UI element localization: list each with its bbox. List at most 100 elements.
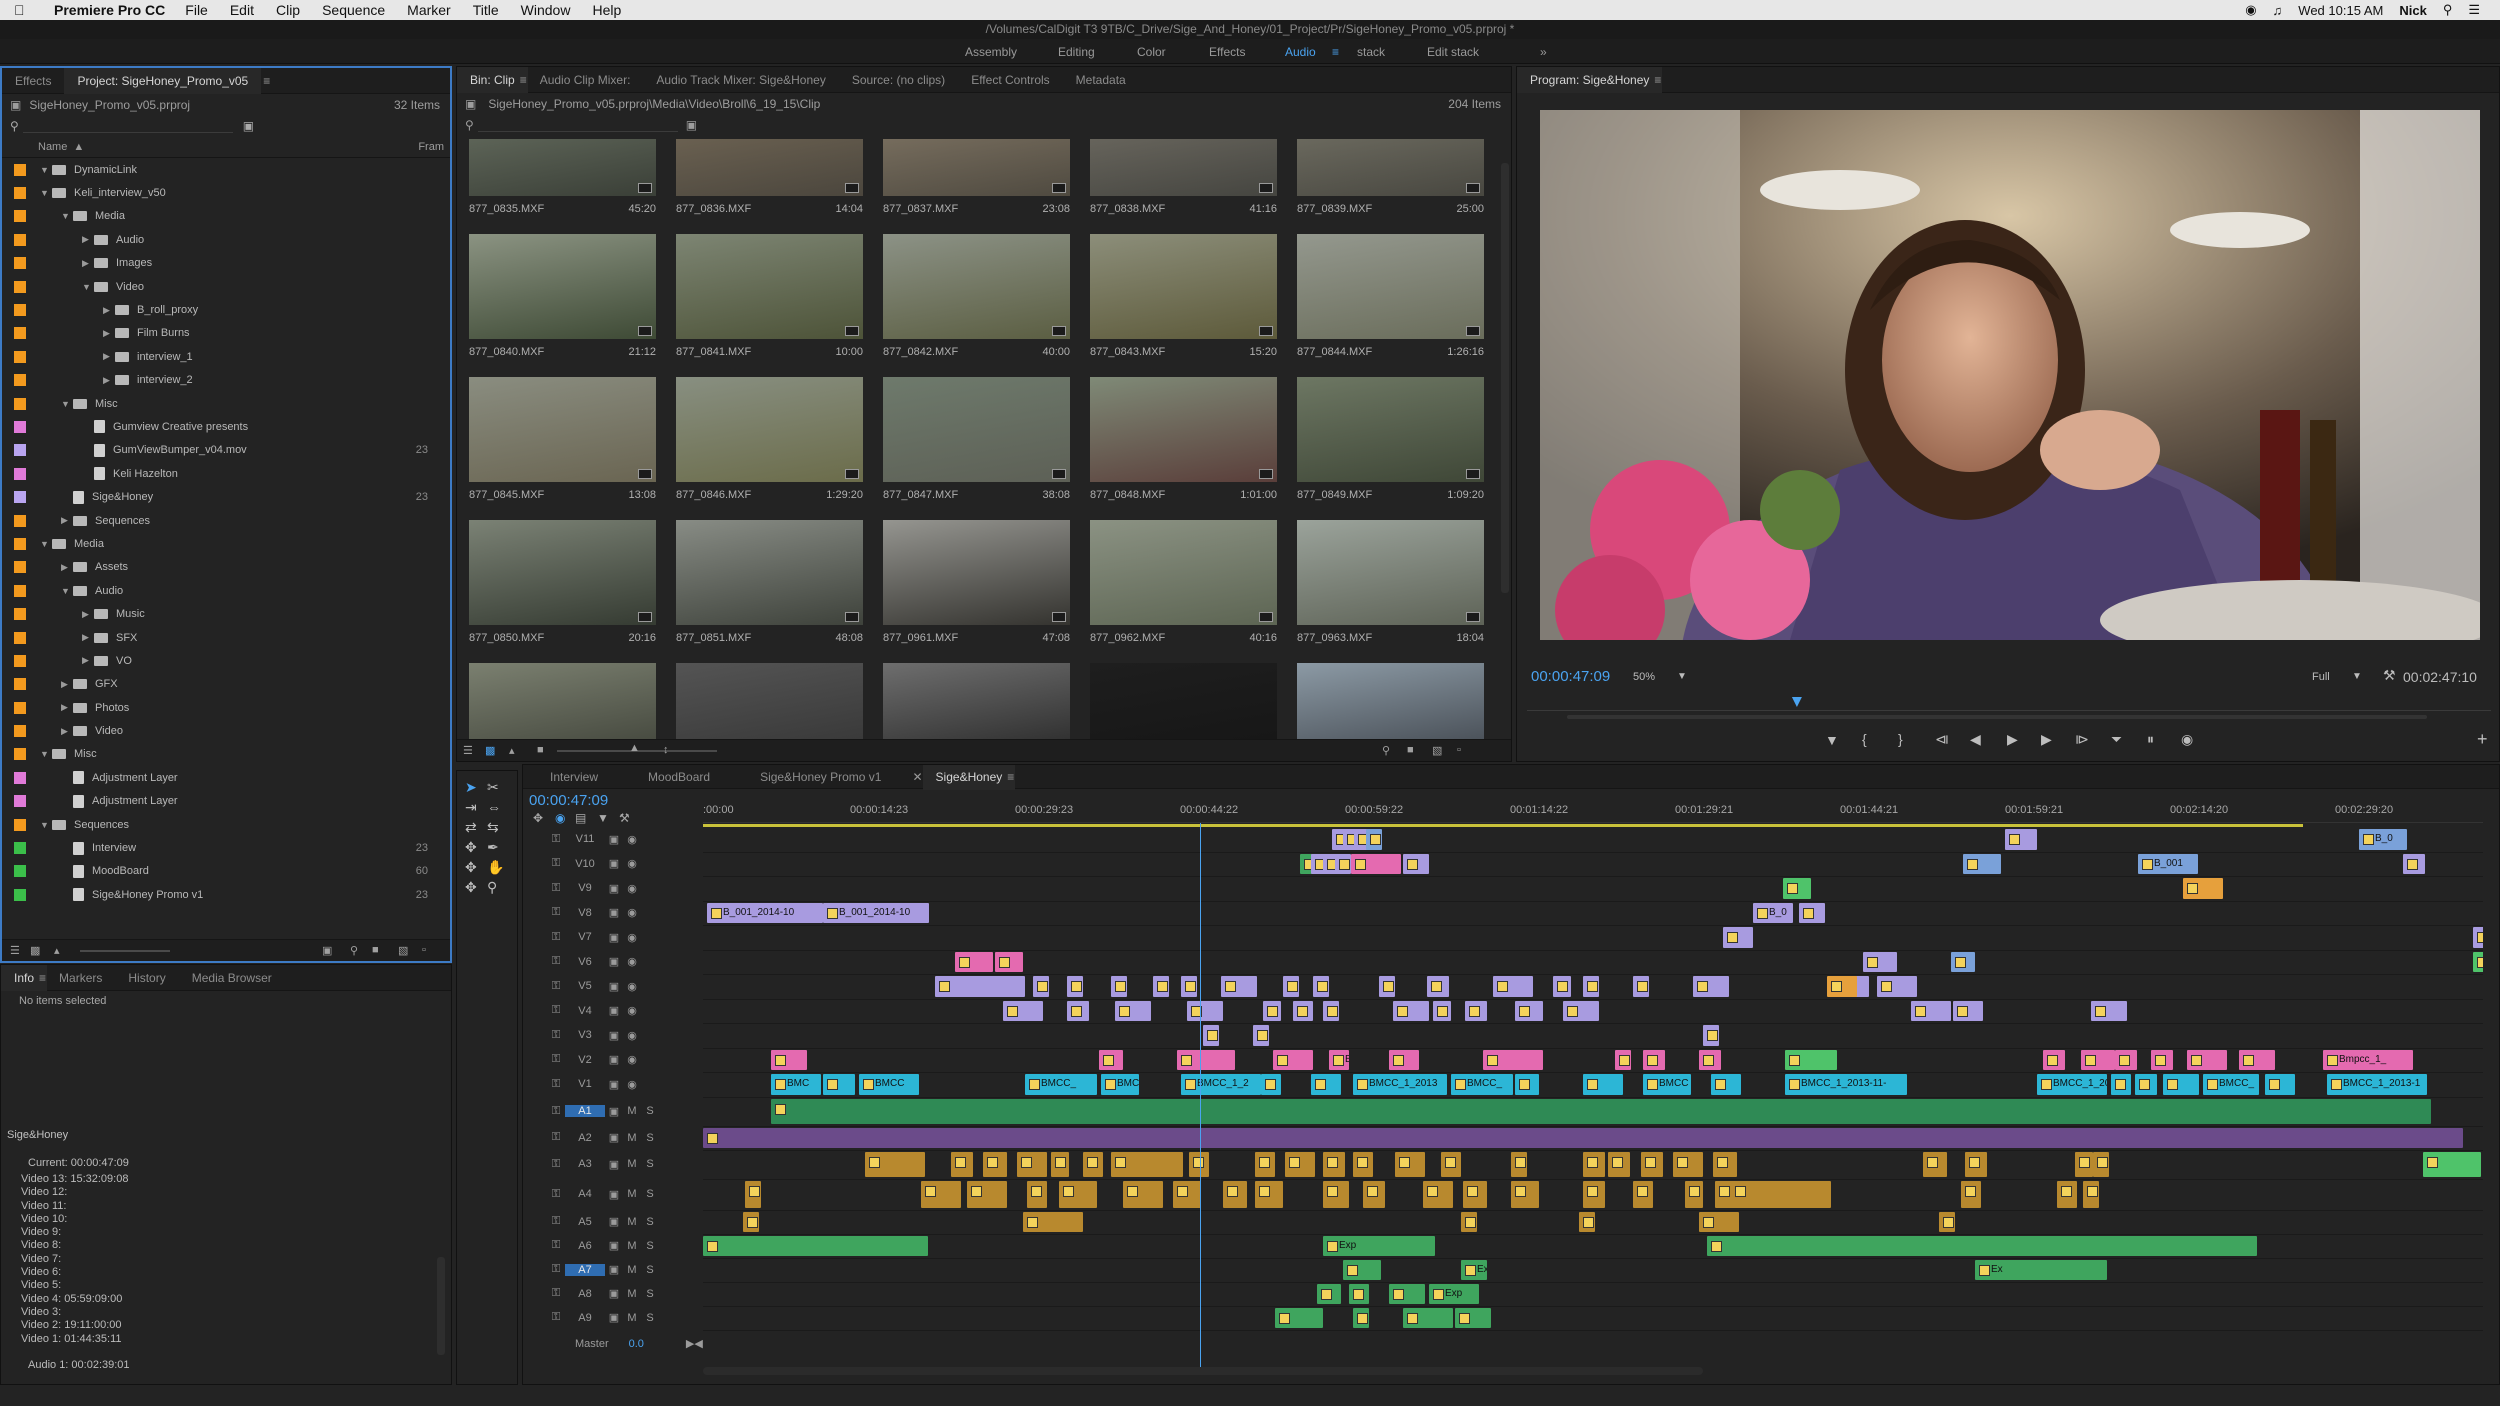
sync-lock-icon[interactable]: ▣ bbox=[605, 1158, 623, 1171]
mark-out-icon[interactable]: } bbox=[1898, 731, 1903, 747]
timeline-clip[interactable] bbox=[2043, 1049, 2065, 1070]
timeline-clip[interactable] bbox=[1608, 1151, 1630, 1177]
timeline-clip[interactable] bbox=[1181, 976, 1197, 997]
project-item[interactable]: ▶ GFX bbox=[2, 673, 450, 696]
label-color-swatch[interactable] bbox=[14, 280, 26, 293]
timeline-clip[interactable] bbox=[1463, 1180, 1487, 1208]
timeline-clip[interactable] bbox=[1389, 1283, 1425, 1304]
slip-tool-icon[interactable]: ⇆ bbox=[487, 819, 499, 836]
timeline-clip[interactable]: BMCC_1_2013-11- bbox=[1785, 1074, 1907, 1095]
label-color-swatch[interactable] bbox=[14, 701, 26, 714]
track-lock-icon[interactable]: ⚿ bbox=[547, 1053, 565, 1066]
expand-triangle-icon[interactable]: ▶ bbox=[103, 328, 115, 339]
track-name[interactable]: A6 bbox=[565, 1240, 605, 1252]
label-color-swatch[interactable] bbox=[14, 608, 26, 621]
timeline-clip[interactable]: BMCC bbox=[1643, 1074, 1691, 1095]
track-name[interactable]: A2 bbox=[565, 1132, 605, 1144]
project-item[interactable]: ▶ interview_1 bbox=[2, 345, 450, 368]
sync-lock-icon[interactable]: ▣ bbox=[605, 1131, 623, 1144]
timeline-clip[interactable] bbox=[1379, 976, 1395, 997]
sync-lock-icon[interactable]: ▣ bbox=[605, 1311, 623, 1324]
datetime[interactable]: Wed 10:15 AM bbox=[2298, 3, 2383, 18]
export-frame-icon[interactable]: ◉ bbox=[2181, 731, 2193, 748]
workspace-menu-icon[interactable]: ≡ bbox=[1332, 45, 1339, 59]
timeline-clip[interactable] bbox=[1951, 951, 1975, 972]
timeline-clip[interactable] bbox=[1461, 1211, 1477, 1232]
expand-triangle-icon[interactable]: ▶ bbox=[103, 351, 115, 362]
timeline-clip[interactable] bbox=[1723, 927, 1753, 948]
timeline-clip[interactable] bbox=[1067, 976, 1083, 997]
expand-triangle-icon[interactable]: ▶ bbox=[61, 679, 73, 690]
solo-track-button[interactable]: S bbox=[641, 1240, 659, 1252]
timeline-clip[interactable] bbox=[1187, 1000, 1223, 1021]
timeline-clip[interactable] bbox=[1366, 829, 1382, 850]
timeline-clip[interactable] bbox=[1003, 1000, 1043, 1021]
timeline-clip[interactable]: Gum bbox=[2473, 927, 2483, 948]
rolling-edit-tool-icon[interactable]: ⇄ bbox=[465, 819, 477, 836]
collapse-triangle-icon[interactable]: ▼ bbox=[40, 165, 52, 175]
track-lock-icon[interactable]: ⚿ bbox=[547, 1239, 565, 1252]
timeline-clip[interactable]: BMCC bbox=[859, 1074, 919, 1095]
timeline-clip[interactable] bbox=[1877, 976, 1917, 997]
track-lock-icon[interactable]: ⚿ bbox=[547, 882, 565, 895]
audio-track-header[interactable]: ⚿ A2 ▣ M S bbox=[523, 1126, 703, 1150]
timeline-clip[interactable]: B_001_2014-10 bbox=[707, 902, 823, 923]
sync-lock-icon[interactable]: ▣ bbox=[605, 1053, 623, 1066]
collapse-triangle-icon[interactable]: ▼ bbox=[61, 586, 73, 596]
label-color-swatch[interactable] bbox=[14, 210, 26, 223]
clip-thumbnail[interactable] bbox=[1090, 139, 1277, 196]
toggle-output-eye-icon[interactable]: ◉ bbox=[623, 857, 641, 870]
timeline-clip[interactable] bbox=[1317, 1283, 1341, 1304]
expand-triangle-icon[interactable]: ▶ bbox=[61, 702, 73, 713]
timeline-clip[interactable] bbox=[1583, 976, 1599, 997]
menu-sequence[interactable]: Sequence bbox=[322, 2, 385, 18]
bin-new-folder-icon[interactable]: ■ bbox=[1407, 744, 1414, 756]
timeline-clip[interactable] bbox=[1275, 1307, 1323, 1328]
sync-lock-icon[interactable]: ▣ bbox=[605, 980, 623, 993]
timeline-clip[interactable] bbox=[1403, 1307, 1453, 1328]
expand-triangle-icon[interactable]: ▶ bbox=[82, 258, 94, 269]
hand-tool-icon[interactable]: ✋ bbox=[487, 859, 504, 876]
volume-icon[interactable]: ♫ bbox=[2273, 3, 2283, 18]
timeline-clip[interactable] bbox=[1283, 976, 1299, 997]
track-name[interactable]: V6 bbox=[565, 956, 605, 968]
label-color-swatch[interactable] bbox=[14, 233, 26, 246]
selection-tool-icon[interactable]: ➤ bbox=[465, 779, 477, 796]
track-name[interactable]: V3 bbox=[565, 1029, 605, 1041]
mute-track-button[interactable]: M bbox=[623, 1288, 641, 1300]
video-track-header[interactable]: ⚿ V11 ▣ ◉ bbox=[523, 827, 703, 852]
timeline-clip[interactable] bbox=[1511, 1151, 1527, 1177]
clip-thumbnail[interactable] bbox=[469, 139, 656, 196]
timeline-clip[interactable] bbox=[1707, 1235, 2257, 1256]
toggle-output-eye-icon[interactable]: ◉ bbox=[623, 980, 641, 993]
tab-seq-promo-v1[interactable]: Sige&Honey Promo v1 bbox=[747, 765, 894, 790]
timeline-clip[interactable] bbox=[1313, 976, 1329, 997]
clip-thumbnail[interactable] bbox=[1090, 234, 1277, 339]
project-item[interactable]: ▶ Photos bbox=[2, 696, 450, 719]
label-color-swatch[interactable] bbox=[14, 631, 26, 644]
label-color-swatch[interactable] bbox=[14, 444, 26, 457]
track-name[interactable]: V1 bbox=[565, 1078, 605, 1090]
project-item[interactable]: ▼ Sequences bbox=[2, 813, 450, 836]
sync-lock-icon[interactable]: ▣ bbox=[605, 1105, 623, 1118]
timeline-clip[interactable] bbox=[1583, 1074, 1623, 1095]
clip-thumbnail[interactable] bbox=[883, 377, 1070, 482]
project-item[interactable]: ▼ Media bbox=[2, 205, 450, 228]
label-color-swatch[interactable] bbox=[14, 420, 26, 433]
program-zoom-bar[interactable] bbox=[1567, 715, 2427, 719]
apple-icon[interactable]:  bbox=[14, 2, 36, 18]
timeline-clip[interactable] bbox=[1641, 1151, 1663, 1177]
clip-thumbnail[interactable] bbox=[1090, 663, 1277, 739]
linked-selection-icon[interactable]: ▤ bbox=[575, 811, 586, 825]
timeline-clip[interactable] bbox=[771, 1098, 2431, 1124]
master-track-header[interactable]: Master 0.0 ▶◀ bbox=[523, 1332, 703, 1356]
clip-thumbnail[interactable] bbox=[883, 139, 1070, 196]
timeline-clip[interactable] bbox=[2005, 829, 2037, 850]
timeline-tracks[interactable]: B_0 B_001 B_001_2014-10B_001_2014-10 B_0 Gum… bbox=[703, 827, 2483, 1357]
project-item[interactable]: Keli Hazelton bbox=[2, 462, 450, 485]
label-color-swatch[interactable] bbox=[14, 584, 26, 597]
timeline-clip[interactable]: BMCC_1_201 bbox=[2037, 1074, 2107, 1095]
timeline-clip[interactable] bbox=[1099, 1049, 1123, 1070]
list-view-icon[interactable]: ☰ bbox=[10, 944, 20, 957]
workspace-effects[interactable]: Effects bbox=[1209, 45, 1245, 59]
